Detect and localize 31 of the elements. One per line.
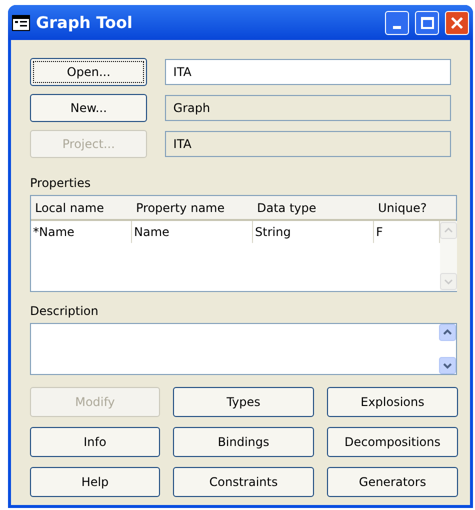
app-icon (12, 14, 30, 30)
text-field[interactable]: ITA (165, 59, 451, 85)
button[interactable]: Decompositions (327, 427, 458, 457)
window-title: Graph Tool (36, 12, 134, 34)
section-label: Properties (30, 175, 92, 192)
button[interactable]: Constraints (173, 467, 314, 497)
table-cell: String (253, 221, 374, 243)
section-label: Description (30, 303, 100, 320)
column-header[interactable]: Local name (31, 196, 132, 219)
button[interactable]: Help (30, 467, 160, 497)
column-header[interactable]: Property name (132, 196, 253, 219)
button[interactable]: Types (173, 387, 314, 417)
maximize-button[interactable] (415, 10, 439, 34)
button[interactable]: Explosions (327, 387, 458, 417)
button[interactable]: Bindings (173, 427, 314, 457)
button[interactable]: Info (30, 427, 160, 457)
column-header[interactable]: Data type (253, 196, 374, 219)
text-field[interactable]: Graph (165, 95, 451, 121)
close-button[interactable] (445, 10, 469, 34)
minimize-button[interactable] (385, 10, 409, 34)
scroll-up-icon[interactable] (439, 324, 456, 341)
text-field[interactable]: ITA (165, 131, 451, 157)
scroll-down-icon[interactable] (439, 357, 456, 374)
table-cell: Name (132, 221, 253, 243)
file-button[interactable]: Open... (30, 58, 148, 86)
close-icon (450, 16, 464, 30)
file-button[interactable]: New... (30, 94, 148, 122)
table-cell: *Name (31, 221, 132, 243)
description-field[interactable] (30, 323, 457, 375)
button[interactable]: Generators (327, 467, 458, 497)
column-header[interactable]: Unique? (374, 196, 440, 219)
